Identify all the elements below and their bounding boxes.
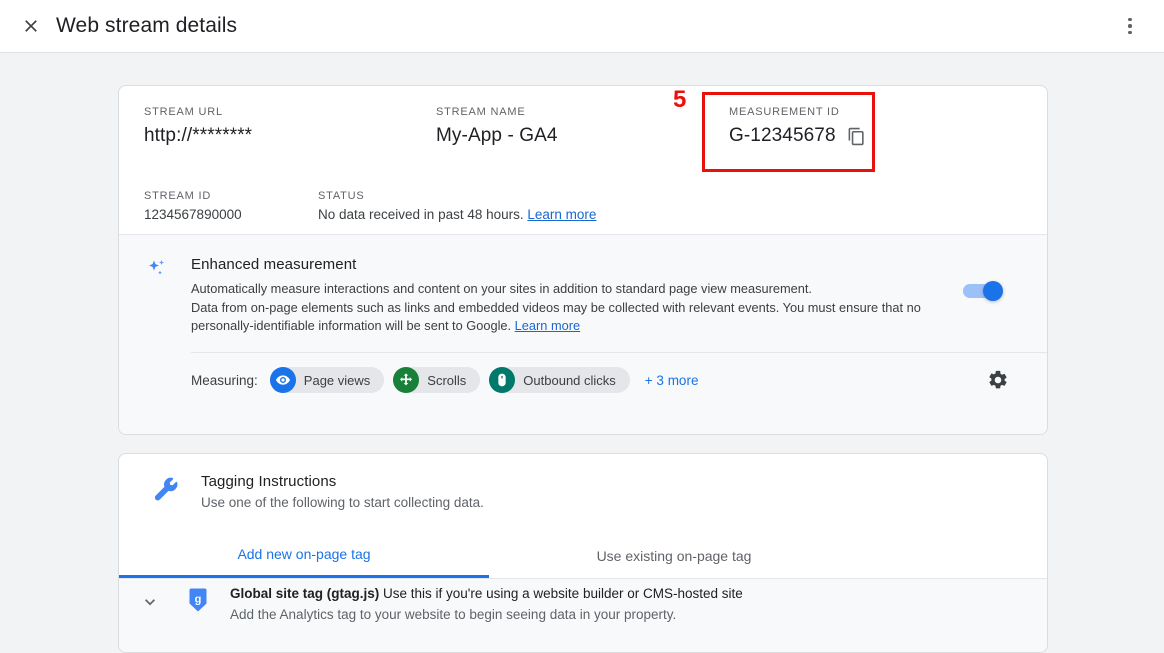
eye-icon [269, 367, 296, 393]
stream-info-area: STREAM URL http://******** STREAM NAME M… [119, 86, 1047, 234]
mouse-icon [489, 367, 516, 393]
more-vert-icon-dot [1128, 24, 1132, 28]
status-value-row: No data received in past 48 hours. Learn… [318, 207, 596, 222]
em-body-line1: Automatically measure interactions and c… [191, 281, 812, 296]
tagging-tabs: Add new on-page tag Use existing on-page… [119, 533, 1047, 579]
page-title: Web stream details [56, 14, 238, 37]
status-learn-more-link[interactable]: Learn more [527, 207, 596, 222]
measuring-label: Measuring: [191, 372, 258, 388]
measuring-row: Measuring: Page views Scrolls Outbound c… [191, 367, 698, 393]
tab-use-existing-on-page-tag-label: Use existing on-page tag [596, 547, 752, 564]
svg-text:g: g [195, 594, 202, 606]
status-value: No data received in past 48 hours. [318, 207, 524, 222]
chip-page-views[interactable]: Page views [269, 367, 385, 393]
more-vert-icon-dot [1128, 30, 1132, 35]
stream-name-value: My-App - GA4 [436, 125, 558, 146]
chip-page-views-label: Page views [303, 372, 371, 388]
close-button[interactable] [14, 9, 48, 43]
global-site-tag-subtitle: Add the Analytics tag to your website to… [230, 607, 677, 622]
stream-name-label: STREAM NAME [436, 106, 526, 118]
wrench-icon [151, 476, 181, 506]
copy-icon [848, 127, 864, 145]
measuring-more-link[interactable]: + 3 more [645, 373, 699, 388]
stream-url-field: STREAM URL http://******** [144, 106, 252, 147]
tab-add-new-on-page-tag-label: Add new on-page tag [237, 546, 371, 562]
stream-id-field: STREAM ID 1234567890000 [144, 190, 242, 222]
tab-add-new-on-page-tag[interactable]: Add new on-page tag [119, 533, 489, 578]
google-tag-icon: g [186, 587, 210, 613]
enhanced-measurement-section: Enhanced measurement Automatically measu… [119, 234, 1047, 434]
tagging-instructions-subtitle: Use one of the following to start collec… [201, 495, 484, 510]
chevron-down-icon [145, 599, 155, 606]
stream-url-value: http://******** [144, 125, 253, 146]
global-site-tag-row[interactable]: g Global site tag (gtag.js) Use this if … [119, 579, 1047, 652]
close-icon [25, 20, 37, 32]
toggle-knob [983, 281, 1003, 301]
measurement-id-value: G-12345678 [729, 125, 836, 146]
enhanced-measurement-settings-button[interactable] [981, 363, 1015, 397]
tab-use-existing-on-page-tag[interactable]: Use existing on-page tag [489, 533, 859, 578]
enhanced-measurement-toggle[interactable] [961, 281, 1005, 301]
tagging-instructions-title: Tagging Instructions [201, 473, 337, 490]
chip-scrolls[interactable]: Scrolls [393, 367, 481, 393]
measurement-id-value-row: G-12345678 [729, 125, 868, 147]
stream-details-card: STREAM URL http://******** STREAM NAME M… [118, 85, 1048, 435]
chip-outbound-clicks[interactable]: Outbound clicks [489, 367, 630, 393]
chip-scrolls-label: Scrolls [427, 372, 467, 388]
global-site-tag-title-bold: Global site tag (gtag.js) [230, 586, 380, 601]
global-site-tag-title-rest: Use this if you're using a website build… [379, 586, 743, 601]
status-field: STATUS No data received in past 48 hours… [318, 190, 596, 222]
more-vert-icon-dot [1128, 17, 1132, 22]
measurement-id-label: MEASUREMENT ID [729, 106, 840, 118]
sparkle-icon [145, 257, 169, 281]
app-bar: Web stream details [0, 0, 1164, 53]
enhanced-measurement-description: Automatically measure interactions and c… [191, 280, 981, 336]
enhanced-measurement-title: Enhanced measurement [191, 256, 357, 273]
em-learn-more-link[interactable]: Learn more [515, 318, 580, 333]
tagging-instructions-card: Tagging Instructions Use one of the foll… [118, 453, 1048, 653]
chip-outbound-clicks-label: Outbound clicks [523, 372, 616, 388]
overflow-menu-button[interactable] [1113, 9, 1147, 43]
copy-measurement-id-button[interactable] [846, 125, 868, 147]
stream-url-label: STREAM URL [144, 106, 223, 118]
stream-name-field: STREAM NAME My-App - GA4 [436, 106, 558, 147]
section-divider [191, 352, 1047, 353]
measurement-id-field: MEASUREMENT ID G-12345678 [729, 106, 868, 147]
stream-id-label: STREAM ID [144, 190, 212, 202]
scroll-move-icon [393, 367, 420, 393]
gear-icon [989, 370, 1007, 389]
expand-global-site-tag-button[interactable] [138, 590, 162, 614]
stream-id-value: 1234567890000 [144, 207, 242, 222]
status-label: STATUS [318, 190, 365, 202]
global-site-tag-title: Global site tag (gtag.js) Use this if yo… [230, 586, 743, 601]
